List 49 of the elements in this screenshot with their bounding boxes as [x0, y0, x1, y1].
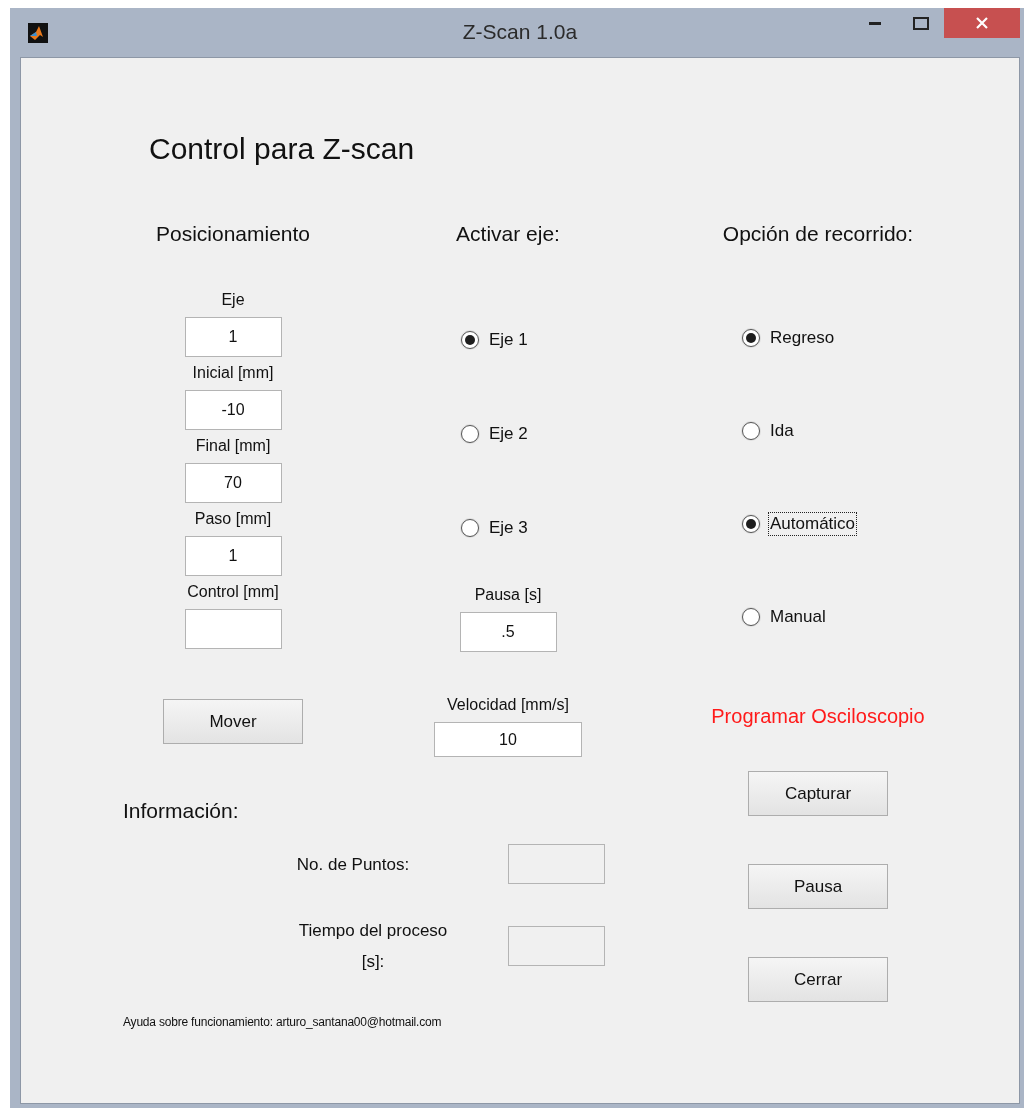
- close-icon: [975, 16, 989, 30]
- close-button[interactable]: [944, 8, 1020, 38]
- field-label: Control [mm]: [187, 583, 279, 601]
- radio-label[interactable]: Eje 3: [487, 516, 530, 540]
- radio-label[interactable]: Ida: [768, 419, 796, 443]
- page-heading: Control para Z-scan: [149, 133, 415, 165]
- field-label: Final [mm]: [195, 437, 271, 455]
- radio-button[interactable]: [742, 515, 760, 533]
- help-text: Ayuda sobre funcionamiento: arturo_santana00@hotmail.com: [123, 1015, 442, 1029]
- radio-button[interactable]: [461, 425, 479, 443]
- radio-label[interactable]: Eje 1: [487, 328, 530, 352]
- radio-button[interactable]: [742, 422, 760, 440]
- radio-button[interactable]: [461, 331, 479, 349]
- input-field[interactable]: -10: [184, 390, 282, 430]
- radio-button[interactable]: [742, 329, 760, 347]
- action-button[interactable]: Cerrar: [748, 957, 888, 1002]
- input-field[interactable]: 10: [434, 722, 582, 757]
- action-button[interactable]: Pausa: [748, 864, 888, 909]
- input-field[interactable]: 70: [184, 463, 282, 503]
- field-label: Paso [mm]: [194, 510, 272, 528]
- section-heading: Información:: [123, 799, 239, 823]
- output-field[interactable]: [508, 844, 605, 884]
- maximize-icon: [913, 16, 929, 30]
- radio-button[interactable]: [742, 608, 760, 626]
- section-heading: Posicionamiento: [155, 222, 311, 246]
- section-heading: Opción de recorrido:: [722, 222, 914, 246]
- action-button[interactable]: Mover: [163, 699, 303, 744]
- section-heading: Programar Osciloscopio: [711, 704, 925, 728]
- radio-label[interactable]: Manual: [768, 605, 828, 629]
- radio-label[interactable]: Regreso: [768, 326, 837, 350]
- field-label: Eje: [221, 291, 245, 309]
- app-logo-icon: [28, 22, 48, 43]
- field-label: No. de Puntos:: [295, 853, 411, 876]
- input-field[interactable]: [184, 609, 282, 649]
- radio-button[interactable]: [461, 519, 479, 537]
- window-title: Z-Scan 1.0a: [462, 20, 578, 43]
- output-field[interactable]: [508, 926, 605, 966]
- field-label: Pausa [s]: [474, 586, 542, 604]
- input-field[interactable]: 1: [184, 536, 282, 576]
- field-label: Velocidad [mm/s]: [447, 696, 569, 714]
- input-field[interactable]: 1: [184, 317, 282, 357]
- field-label: Inicial [mm]: [192, 364, 274, 382]
- section-heading: Activar eje:: [456, 222, 560, 246]
- input-field[interactable]: .5: [459, 612, 557, 652]
- radio-label[interactable]: Automático: [768, 512, 858, 536]
- field-label: Tiempo del proceso [s]:: [297, 920, 449, 973]
- minimize-icon: [869, 21, 881, 25]
- radio-label[interactable]: Eje 2: [487, 422, 530, 446]
- action-button[interactable]: Capturar: [748, 771, 888, 816]
